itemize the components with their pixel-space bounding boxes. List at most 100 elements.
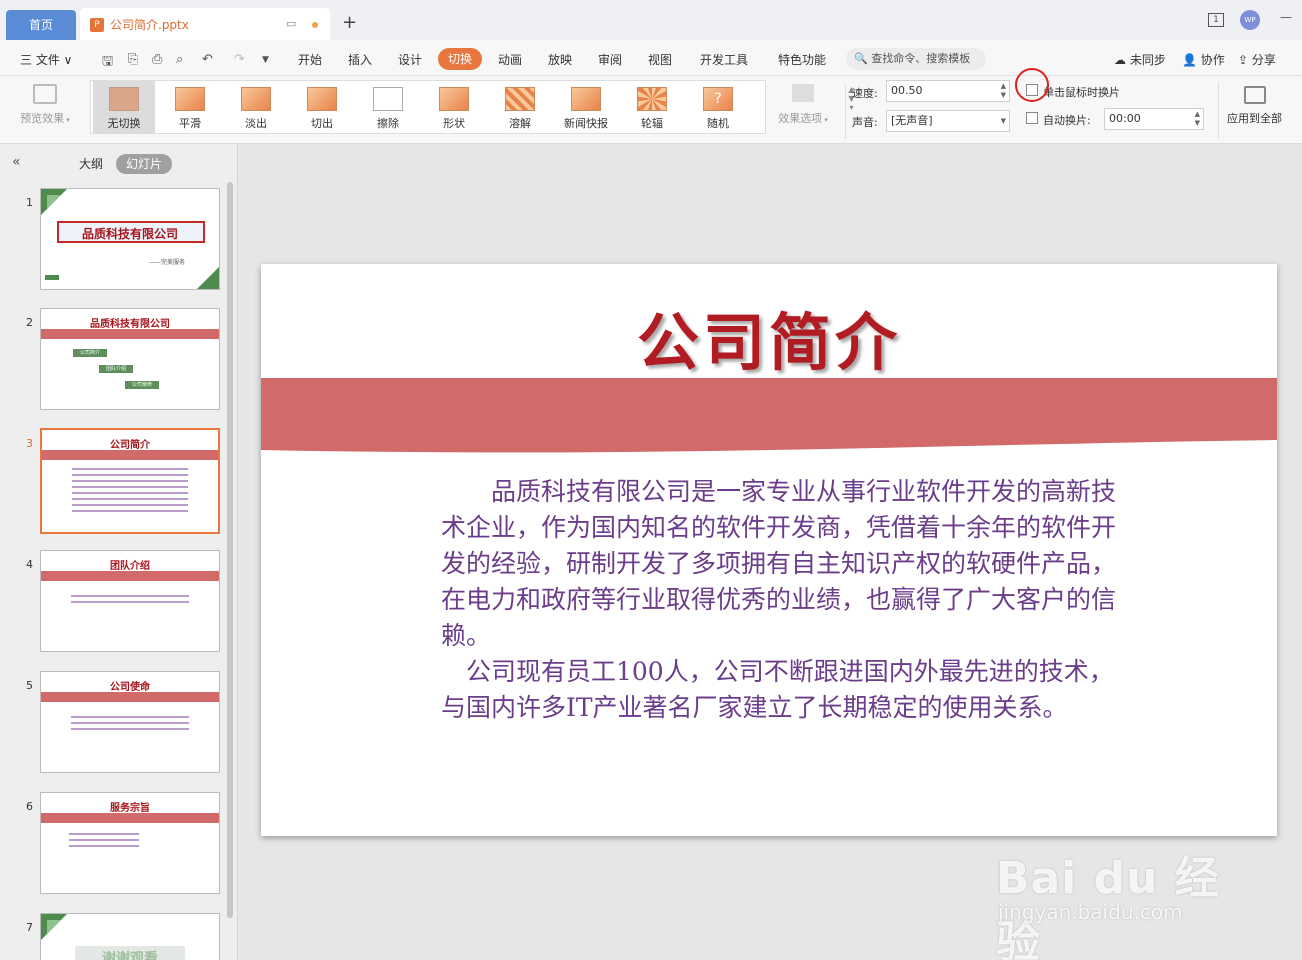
slide-body-text[interactable]: 品质科技有限公司是一家专业从事行业软件开发的高新技术企业，作为国内知名的软件开发… xyxy=(441,474,1121,726)
transition-label: 切出 xyxy=(311,117,333,130)
thumbnail-band xyxy=(41,692,219,702)
body-paragraph: 品质科技有限公司是一家专业从事行业软件开发的高新技术企业，作为国内知名的软件开发… xyxy=(441,477,1117,650)
format-painter-icon[interactable]: ⎘ xyxy=(128,52,138,67)
thumbnail-text-lines xyxy=(71,595,189,607)
menu-animation[interactable]: 动画 xyxy=(498,51,522,68)
transition-dissolve[interactable]: 溶解 xyxy=(489,81,551,133)
tab-slides[interactable]: 幻灯片 xyxy=(116,154,172,174)
thumbnail-band xyxy=(41,571,219,581)
transition-wipe[interactable]: 擦除 xyxy=(357,81,419,133)
slide-decoration xyxy=(41,914,67,940)
monitor-icon[interactable]: ▭ xyxy=(286,17,296,30)
effect-options-label: 效果选项 xyxy=(778,112,823,125)
add-tab-button[interactable]: + xyxy=(342,12,357,33)
command-search[interactable]: 🔍 查找命令、搜索模板 xyxy=(846,48,986,70)
apply-all-icon xyxy=(1243,86,1266,104)
minimize-button[interactable]: — xyxy=(1280,10,1292,24)
transition-thumb-icon xyxy=(571,87,601,111)
slide-title[interactable]: 公司简介 xyxy=(261,292,1277,382)
tab-outline[interactable]: 大纲 xyxy=(76,154,106,174)
slide-thumbnail-4[interactable]: 团队介绍 xyxy=(40,550,220,652)
transition-none[interactable]: 无切换 xyxy=(93,81,155,133)
menu-transition[interactable]: 切换 xyxy=(438,48,482,70)
sound-select[interactable]: [无声音] ▼ xyxy=(886,110,1010,132)
collab-label: 协作 xyxy=(1200,53,1225,67)
thumbnail-item: 公司简介 xyxy=(73,349,107,357)
baidu-watermark: Bai du 经验 jingyan.baidu.com xyxy=(996,822,1236,960)
window-count-icon[interactable]: 1 xyxy=(1208,13,1224,27)
sound-value: [无声音] xyxy=(891,114,933,127)
slide-thumbnail-5[interactable]: 公司使命 xyxy=(40,671,220,773)
transition-wheel[interactable]: 轮辐 xyxy=(621,81,683,133)
print-icon[interactable]: ⎙ xyxy=(152,52,162,67)
spinner-icon[interactable]: ▲ ▼ xyxy=(1195,110,1200,128)
save-icon[interactable]: 🖫 xyxy=(102,52,113,74)
transition-thumb-icon: ? xyxy=(703,87,733,111)
tab-document[interactable]: P 公司简介.pptx ▭ xyxy=(80,8,330,40)
menu-insert[interactable]: 插入 xyxy=(348,51,372,68)
spinner-icon[interactable]: ▲ ▼ xyxy=(1001,82,1006,100)
document-tab-label: 公司简介.pptx xyxy=(110,18,189,32)
transition-thumb-icon xyxy=(175,87,205,111)
avatar[interactable]: WP xyxy=(1240,10,1260,30)
current-slide[interactable]: 公司简介 品质科技有限公司是一家专业从事行业软件开发的高新技术企业，作为国内知名… xyxy=(261,264,1277,836)
thumbnail-title: 公司使命 xyxy=(110,682,150,693)
collapse-panel-icon[interactable]: « xyxy=(12,154,21,170)
annotation-circle xyxy=(1015,68,1049,102)
tab-home[interactable]: 首页 xyxy=(6,10,76,40)
transition-random[interactable]: ? 随机 xyxy=(687,81,749,133)
transition-label: 轮辐 xyxy=(641,117,663,130)
transition-newsflash[interactable]: 新闻快报 xyxy=(555,81,617,133)
undo-icon[interactable]: ↶ xyxy=(202,52,213,67)
preview-icon xyxy=(33,84,57,104)
transition-cut[interactable]: 切出 xyxy=(291,81,353,133)
share-button[interactable]: ⇪ 分享 xyxy=(1238,51,1276,68)
slide-thumbnail-7[interactable]: 谢谢观看 xyxy=(40,913,220,960)
slide-thumbnail-1[interactable]: 品质科技有限公司 ——完美服务 xyxy=(40,188,220,290)
slide-thumbnail-2[interactable]: 品质科技有限公司 公司简介 团队介绍 公司使命 xyxy=(40,308,220,410)
transition-label: 溶解 xyxy=(509,117,531,130)
chevron-down-icon: ▼ xyxy=(1000,117,1006,125)
speed-field[interactable]: 00.50 ▲ ▼ xyxy=(886,80,1010,102)
user-icon: 👤 xyxy=(1182,53,1197,67)
menu-view[interactable]: 视图 xyxy=(648,51,672,68)
print-preview-icon[interactable]: ⌕ xyxy=(176,52,183,67)
transition-shape[interactable]: 形状 xyxy=(423,81,485,133)
transition-fade[interactable]: 淡出 xyxy=(225,81,287,133)
share-icon: ⇪ xyxy=(1238,53,1249,67)
thumbnail-title: 服务宗旨 xyxy=(110,803,150,814)
menu-features[interactable]: 特色功能 xyxy=(778,51,826,68)
cloud-icon: ☁ xyxy=(1114,53,1126,67)
preview-effect-button[interactable]: 预览效果 ▾ xyxy=(14,84,76,136)
title-bar: 首页 P 公司简介.pptx ▭ + 1 WP — xyxy=(0,0,1302,40)
slide-thumbnail-6[interactable]: 服务宗旨 xyxy=(40,792,220,894)
transition-thumb-icon xyxy=(109,87,139,111)
menu-start[interactable]: 开始 xyxy=(298,51,322,68)
sync-label: 未同步 xyxy=(1129,53,1166,67)
menu-slideshow[interactable]: 放映 xyxy=(548,51,572,68)
transition-thumb-icon xyxy=(307,87,337,111)
collaborate-button[interactable]: 👤 协作 xyxy=(1182,51,1225,68)
apply-to-all-button[interactable]: 应用到全部 xyxy=(1218,82,1290,138)
file-menu[interactable]: 三 文件 ∨ xyxy=(20,51,72,68)
thumbnail-title: 品质科技有限公司 xyxy=(81,227,178,241)
auto-advance-checkbox[interactable] xyxy=(1026,112,1038,124)
slide-number: 4 xyxy=(26,558,33,571)
menu-developer[interactable]: 开发工具 xyxy=(700,51,748,68)
auto-advance-time[interactable]: 00:00 ▲ ▼ xyxy=(1104,108,1204,130)
transition-thumb-icon xyxy=(241,87,271,111)
transition-label: 平滑 xyxy=(179,117,201,130)
redo-icon[interactable]: ↷ xyxy=(234,52,245,67)
menu-review[interactable]: 审阅 xyxy=(598,51,622,68)
transition-smooth[interactable]: 平滑 xyxy=(159,81,221,133)
customize-arrow-icon[interactable]: ▼ xyxy=(262,55,269,65)
thumbnail-text-lines xyxy=(72,468,188,516)
menu-design[interactable]: 设计 xyxy=(398,51,422,68)
apply-all-label: 应用到全部 xyxy=(1227,112,1282,125)
panel-scrollbar[interactable] xyxy=(227,182,233,918)
slide-thumbnail-3[interactable]: 公司简介 xyxy=(40,428,220,534)
slide-band xyxy=(261,378,1277,453)
effect-options-button[interactable]: 效果选项 ▾ xyxy=(770,84,836,136)
sync-button[interactable]: ☁ 未同步 xyxy=(1114,51,1166,68)
transition-label: 淡出 xyxy=(245,117,267,130)
